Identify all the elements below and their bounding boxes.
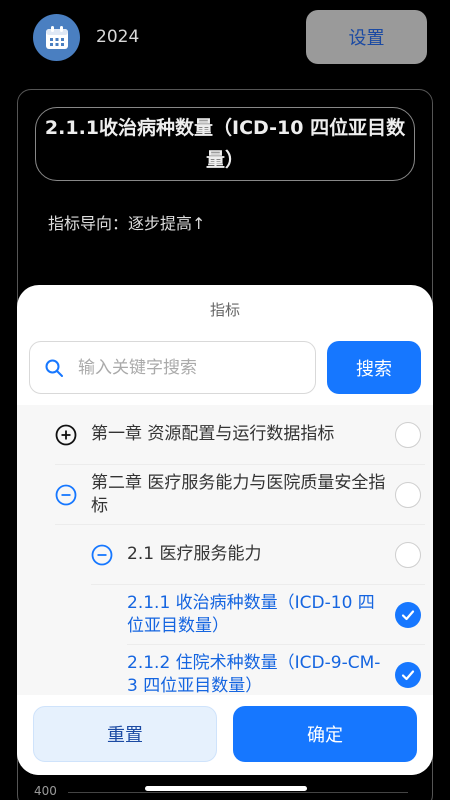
tree-item-label: 第二章 医疗服务能力与医院质量安全指标 bbox=[91, 472, 386, 516]
item-radio[interactable] bbox=[395, 482, 421, 508]
item-radio[interactable] bbox=[395, 422, 421, 448]
expand-plus-icon[interactable] bbox=[55, 424, 77, 446]
checked-radio[interactable] bbox=[395, 662, 421, 688]
tree-item-label: 第一章 资源配置与运行数据指标 bbox=[91, 424, 335, 444]
indicator-direction: 指标导向：逐步提高↑ bbox=[48, 214, 206, 233]
confirm-button[interactable]: 确定 bbox=[233, 706, 417, 762]
indicator-picker-sheet: 指标 搜索 第一章 资源配置与运行数据指标 第二章 医疗服务能力与医院质量安全指… bbox=[17, 285, 433, 775]
calendar-icon[interactable] bbox=[33, 14, 80, 61]
indicator-title: 2.1.1收治病种数量（ICD-10 四位亚目数量） bbox=[35, 107, 415, 181]
axis-tick-label: 400 bbox=[34, 784, 57, 798]
collapse-minus-icon[interactable] bbox=[55, 484, 77, 506]
tree-item-label: 2.1.1 收治病种数量（ICD-10 四位亚目数量） bbox=[127, 592, 375, 636]
home-indicator[interactable] bbox=[145, 786, 307, 791]
search-box[interactable] bbox=[29, 341, 316, 394]
search-icon bbox=[45, 359, 63, 377]
sheet-title: 指标 bbox=[209, 301, 240, 319]
item-radio[interactable] bbox=[395, 542, 421, 568]
checkmark-icon bbox=[401, 670, 415, 681]
search-input[interactable] bbox=[78, 357, 278, 378]
tree-item-chapter-2[interactable]: 第二章 医疗服务能力与医院质量安全指标 bbox=[55, 465, 425, 525]
tree-item-section-2-1[interactable]: 2.1 医疗服务能力 bbox=[91, 525, 425, 585]
sheet-footer: 重置 确定 bbox=[17, 695, 433, 775]
reset-button[interactable]: 重置 bbox=[33, 706, 217, 762]
tree-item-chapter-1[interactable]: 第一章 资源配置与运行数据指标 bbox=[55, 405, 425, 465]
settings-button[interactable]: 设置 bbox=[306, 10, 427, 64]
indicator-tree: 第一章 资源配置与运行数据指标 第二章 医疗服务能力与医院质量安全指标 2.1 … bbox=[17, 405, 433, 695]
year-label: 2024 bbox=[96, 27, 140, 47]
tree-item-label: 2.1.2 住院术种数量（ICD-9-CM-3 四位亚目数量） bbox=[127, 653, 381, 695]
checked-radio[interactable] bbox=[395, 602, 421, 628]
collapse-minus-icon[interactable] bbox=[91, 544, 113, 566]
tree-item-2-1-2[interactable]: 2.1.2 住院术种数量（ICD-9-CM-3 四位亚目数量） bbox=[127, 645, 425, 695]
search-button[interactable]: 搜索 bbox=[327, 341, 421, 394]
tree-item-label: 2.1 医疗服务能力 bbox=[127, 544, 262, 564]
tree-item-2-1-1[interactable]: 2.1.1 收治病种数量（ICD-10 四位亚目数量） bbox=[127, 585, 425, 645]
axis-line bbox=[68, 792, 408, 793]
checkmark-icon bbox=[401, 610, 415, 621]
